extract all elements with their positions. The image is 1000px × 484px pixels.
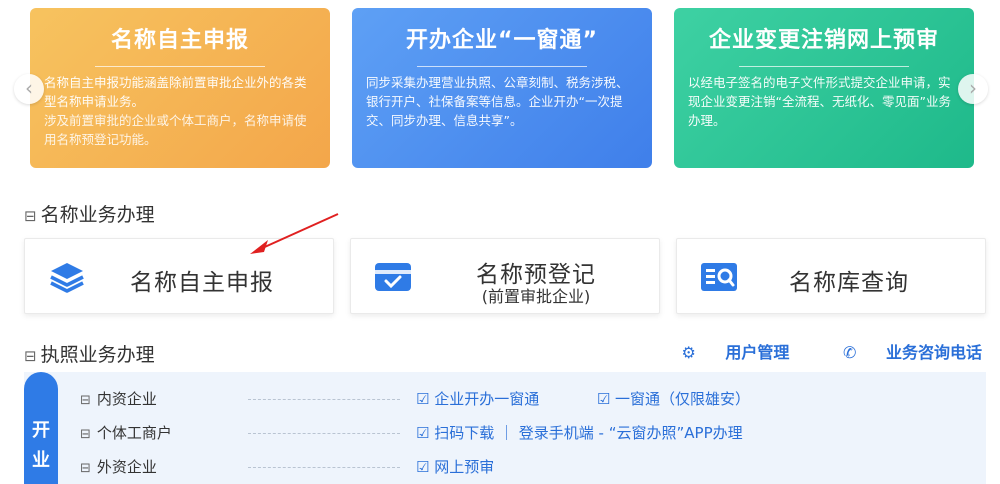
dashed-divider <box>248 399 400 400</box>
banner-divider <box>95 66 265 67</box>
document-icon: ⊟ <box>24 207 37 225</box>
list-item: ⊟ 个体工商户 ☑ 扫码下载 ｜ 登录手机端 - “云窗办照”APP办理 <box>80 422 980 444</box>
list-item: ⊟ 内资企业 ☑ 企业开办一窗通 ☑ 一窗通（仅限雄安） <box>80 388 980 410</box>
layers-icon <box>50 263 84 293</box>
card-label: 名称自主申报 <box>130 270 274 296</box>
name-section-header: ⊟ 名称业务办理 <box>24 200 155 227</box>
banner-carousel: 名称自主申报 名称自主申报功能涵盖除前置审批企业外的各类型名称申请业务。 涉及前… <box>0 0 1000 175</box>
checklist-card-icon <box>375 263 411 291</box>
row-actions: ☑ 扫码下载 ｜ 登录手机端 - “云窗办照”APP办理 <box>416 422 743 443</box>
license-panel: 开业 ⊟ 内资企业 ☑ 企业开办一窗通 ☑ 一窗通（仅限雄安） ⊟ 个体工商户 ☑ … <box>24 372 986 484</box>
banner-title: 企业变更注销网上预审 <box>708 28 939 53</box>
banner-desc: 同步采集办理营业执照、公章刻制、税务涉税、银行开户、社保备案等信息。企业开办“一… <box>366 75 629 128</box>
banner-divider <box>417 66 587 67</box>
name-section-title: 名称业务办理 <box>40 204 155 226</box>
row-label: ⊟ 外资企业 <box>80 458 157 476</box>
gear-icon: ⚙ <box>681 343 696 362</box>
license-section-header: ⊟ 执照业务办理 <box>24 340 155 367</box>
carousel-prev-icon[interactable]: ‹ <box>14 74 44 104</box>
hotline-link[interactable]: ✆ 业务咨询电话 <box>819 343 982 362</box>
checkbox-icon: ☑ <box>416 390 430 408</box>
banner-name-self-report[interactable]: 名称自主申报 名称自主申报功能涵盖除前置审批企业外的各类型名称申请业务。 涉及前… <box>30 8 330 168</box>
row-label: ⊟ 个体工商户 <box>80 424 172 442</box>
opening-tab[interactable]: 开业 <box>24 372 58 484</box>
card-sublabel: (前置审批企业) <box>481 287 591 306</box>
dashed-divider <box>248 467 400 468</box>
banner-title: 名称自主申报 <box>110 28 249 53</box>
list-item: ⊟ 外资企业 ☑ 网上预审 <box>80 456 980 478</box>
banner-divider <box>739 66 909 67</box>
annotation-arrow-icon <box>250 213 339 254</box>
dashed-divider <box>248 433 400 434</box>
document-icon: ⊟ <box>80 393 91 408</box>
xiongan-link[interactable]: 一窗通（仅限雄安） <box>615 390 750 408</box>
phone-icon: ✆ <box>843 343 857 362</box>
one-window-link[interactable]: 企业开办一窗通 <box>434 390 539 408</box>
online-pre-review-link[interactable]: 网上预审 <box>434 458 494 476</box>
name-library-search-card[interactable]: 名称库查询 <box>676 238 986 314</box>
search-list-icon <box>701 263 737 291</box>
scan-download-link[interactable]: 扫码下载 ｜ 登录手机端 - “云窗办照”APP办理 <box>434 424 742 442</box>
user-management-link[interactable]: ⚙ 用户管理 <box>657 343 795 362</box>
carousel-next-icon[interactable]: › <box>958 74 988 104</box>
document-icon: ⊟ <box>80 427 91 442</box>
row-label: ⊟ 内资企业 <box>80 390 157 408</box>
license-header-links: ⚙ 用户管理 ✆ 业务咨询电话 <box>633 339 982 363</box>
checkbox-icon: ☑ <box>596 390 611 408</box>
card-label: 名称库查询 <box>789 270 909 296</box>
row-actions: ☑ 网上预审 <box>416 456 494 477</box>
banner-change-cancel[interactable]: 企业变更注销网上预审 以经电子签名的电子文件形式提交企业申请，实现企业变更注销“… <box>674 8 974 168</box>
banner-title: 开办企业“一窗通” <box>406 28 598 53</box>
name-pre-registration-card[interactable]: 名称预登记 (前置审批企业) <box>350 238 660 314</box>
document-icon: ⊟ <box>80 461 91 476</box>
checkbox-icon: ☑ <box>416 458 430 476</box>
banner-desc: 以经电子签名的电子文件形式提交企业申请，实现企业变更注销“全流程、无纸化、零见面… <box>688 75 951 128</box>
row-actions: ☑ 企业开办一窗通 ☑ 一窗通（仅限雄安） <box>416 388 750 409</box>
banner-desc: 名称自主申报功能涵盖除前置审批企业外的各类型名称申请业务。 <box>44 75 307 109</box>
license-section-title: 执照业务办理 <box>40 344 155 366</box>
document-icon: ⊟ <box>24 347 37 365</box>
banner-one-window[interactable]: 开办企业“一窗通” 同步采集办理营业执照、公章刻制、税务涉税、银行开户、社保备案… <box>352 8 652 168</box>
banner-desc-2: 涉及前置审批的企业或个体工商户，名称申请使用名称预登记功能。 <box>44 113 307 147</box>
checkbox-icon: ☑ <box>416 424 430 442</box>
